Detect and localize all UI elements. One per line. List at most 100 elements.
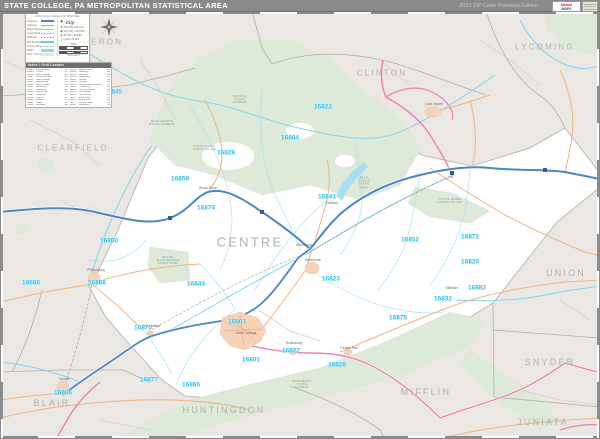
place-label-state-college: State College xyxy=(235,331,257,335)
place-label-philipsburg: Philipsburg xyxy=(87,268,105,272)
zip-label-16874: 16874 xyxy=(196,204,216,212)
forest-label: STATE GAME LANDS NO 295 xyxy=(437,196,463,204)
legend-item-label: Water xyxy=(27,48,34,52)
zip-label-16666: 16666 xyxy=(21,279,41,287)
edition-label: 2023 ZIP Code Premium Edition xyxy=(459,2,538,9)
zip-label-16872: 16872 xyxy=(460,233,480,241)
forest-label: ROTHROCK STATE FOREST xyxy=(292,379,312,390)
index-cell: 16845 xyxy=(27,104,34,107)
zip-label-16882: 16882 xyxy=(467,284,487,292)
index-panel: Index / Grid Locator 16666 Osceola Mills A… xyxy=(25,62,112,108)
zip-label-16803: 16803 xyxy=(227,318,247,326)
index-row-16882: 16882 Woodward H5 xyxy=(70,104,111,107)
zip-label-16859: 16859 xyxy=(170,175,190,183)
zip-label-16823: 16823 xyxy=(321,275,341,283)
zip-label-16844: 16844 xyxy=(186,280,206,288)
legend-city-symbols: ✦ City ★ 250,000 and over ◉ 100,000 - 249,9… xyxy=(58,19,89,57)
legend-item-water: Water xyxy=(27,48,56,52)
legend-line-sample xyxy=(41,53,54,57)
place-label-howard: Howard xyxy=(325,201,339,205)
legend-city-class: ◉ 100,000 - 249,999 xyxy=(59,29,88,33)
place-label-boalsburg: Boalsburg xyxy=(286,341,302,345)
publisher-logo-text: Market MAPS xyxy=(552,1,581,12)
zip-label-16686: 16686 xyxy=(53,389,73,397)
legend-line-sample xyxy=(41,37,54,39)
legend-city-header: City xyxy=(65,19,75,25)
forest-label: SPROUL STATE FOREST xyxy=(232,94,248,105)
publisher-logo: Market MAPS xyxy=(552,1,598,12)
forest-label: MOSHANNON STATE FOREST xyxy=(149,118,175,126)
zip-label-16832: 16832 xyxy=(433,295,453,303)
forest-label: BALD EAGLE STATE PARK xyxy=(358,175,370,190)
legend-line-sample xyxy=(41,28,54,31)
county-label-lycoming: LYCOMING xyxy=(515,42,575,52)
index-cell: Woodward xyxy=(78,104,90,107)
legend-item-label: Highway xyxy=(27,23,37,27)
index-cell: H5 xyxy=(107,104,110,107)
forest-label: STATE GAME LANDS NO 100 xyxy=(191,143,217,151)
city-class-label: 25,000 - 99,999 xyxy=(63,33,82,37)
zip-label-16827: 16827 xyxy=(281,347,301,355)
grid-ruler-right xyxy=(597,12,599,438)
legend-item-label: ZIP Boundary xyxy=(27,40,41,44)
zip-label-16822: 16822 xyxy=(313,103,333,111)
legend-item-label: Park / Forest xyxy=(27,53,41,57)
zip-label-16828: 16828 xyxy=(327,361,347,369)
legend-line-samples: Freeway Highway Major Road Local Road Railro… xyxy=(26,19,59,58)
county-label-huntingdon: HUNTINGDON xyxy=(182,405,266,415)
legend-city-class: • Under 25,000 xyxy=(59,38,88,42)
place-label-snow-shoe: Snow Shoe xyxy=(199,186,217,190)
zip-label-16875: 16875 xyxy=(388,314,408,322)
scale-km-label: Kilometers xyxy=(67,54,80,58)
place-label-millheim: Millheim xyxy=(445,286,459,290)
place-label-bellefonte: Bellefonte xyxy=(305,258,321,262)
map-canvas: CAMERON LYCOMING CLINTON CLEARFIELD CENTRE UN… xyxy=(0,11,600,439)
zip-label-16820: 16820 xyxy=(460,258,480,266)
legend-scale-bar: Miles Kilometers xyxy=(59,43,88,57)
legend-line-sample xyxy=(41,41,54,43)
county-label-blair: BLAIR xyxy=(33,398,71,408)
city-class-label: 250,000 and over xyxy=(63,25,84,29)
zip-label-16864: 16864 xyxy=(280,134,300,142)
zip-label-16877: 16877 xyxy=(139,376,159,384)
place-label-tyrone: Tyrone xyxy=(58,377,70,381)
zip-label-16860: 16860 xyxy=(99,237,119,245)
legend-line-sample xyxy=(41,24,54,26)
index-row-16845: 16845 Karthaus B2 xyxy=(27,104,68,107)
zip-label-16866: 16866 xyxy=(87,279,107,287)
legend-panel: 2023 State College, PA MSA Map Freeway Hi… xyxy=(25,12,90,63)
zip-label-16829: 16829 xyxy=(216,149,236,157)
zip-label-16870: 16870 xyxy=(133,324,153,332)
county-label-snyder: SNYDER xyxy=(524,357,576,367)
county-label-centre: CENTRE xyxy=(216,234,284,250)
city-class-label: Under 25,000 xyxy=(63,38,80,42)
legend-item-label: Railroad xyxy=(27,36,37,40)
legend-item-label: Local Road xyxy=(27,32,41,36)
title-bar: STATE COLLEGE, PA METROPOLITAN STATISTIC… xyxy=(0,0,600,12)
county-label-mifflin: MIFFLIN xyxy=(400,387,452,397)
legend-item-label: Freeway xyxy=(27,19,37,23)
forest-label: BLACK MOSHANNON STATE PARK xyxy=(156,255,180,266)
index-cell: Karthaus xyxy=(36,104,46,107)
place-label-lock-haven: Lock Haven xyxy=(424,102,444,106)
city-class-label: 100,000 - 249,999 xyxy=(63,29,85,33)
legend-line-sample xyxy=(41,20,54,23)
county-label-clearfield: CLEARFIELD xyxy=(37,143,109,153)
grid-ruler-left xyxy=(1,12,3,438)
place-label-milesburg: Milesburg xyxy=(296,243,312,247)
map-title: STATE COLLEGE, PA METROPOLITAN STATISTIC… xyxy=(4,1,228,10)
legend-line-sample xyxy=(41,33,54,35)
place-label-centre-hall: Centre Hall xyxy=(340,346,358,350)
index-cell: 16882 xyxy=(69,104,76,107)
county-label-union: UNION xyxy=(546,268,586,278)
grid-ruler-bottom xyxy=(1,436,599,438)
legend-line-sample xyxy=(41,45,54,47)
legend-item-park-forest: Park / Forest xyxy=(27,53,56,57)
county-label-clinton: CLINTON xyxy=(356,68,408,78)
zip-label-16801: 16801 xyxy=(241,356,261,364)
legend-title: 2023 State College, PA MSA Map xyxy=(35,14,80,18)
city-star-icon: ✦ xyxy=(59,18,64,25)
zip-label-16841: 16841 xyxy=(317,193,337,201)
zip-label-16865: 16865 xyxy=(181,381,201,389)
publisher-logo-mark xyxy=(582,1,598,12)
